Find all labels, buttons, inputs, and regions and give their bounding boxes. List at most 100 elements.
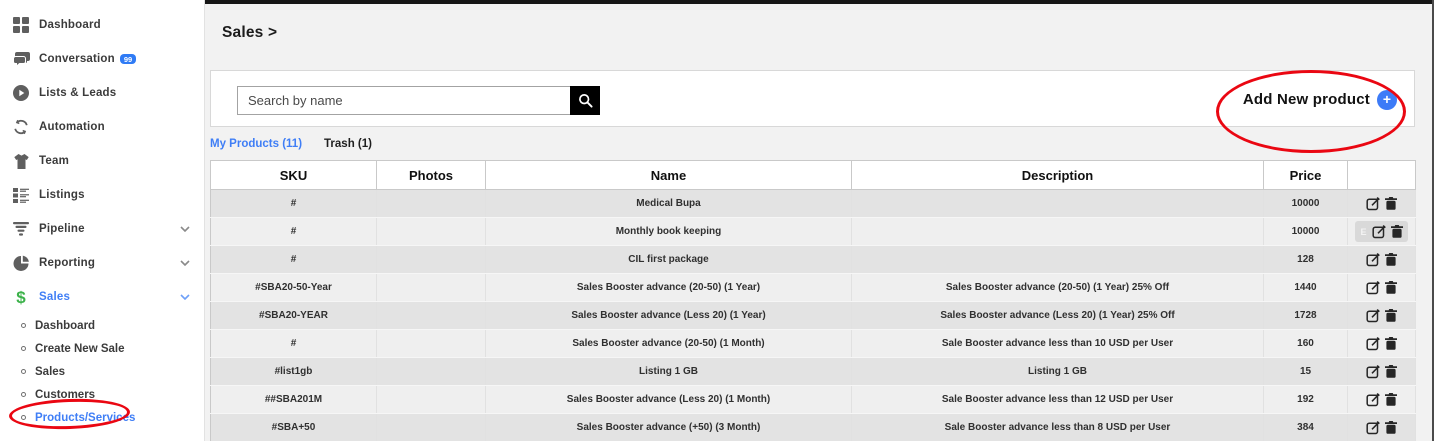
trash-icon — [1385, 337, 1397, 350]
row-action-group — [1361, 277, 1402, 298]
table-cell-actions — [1348, 274, 1416, 302]
sidebar-item-dashboard[interactable]: Dashboard — [0, 8, 204, 42]
delete-button[interactable] — [1385, 309, 1397, 322]
table-cell-photos — [377, 246, 486, 274]
search-input[interactable] — [237, 86, 570, 115]
sidebar-subitem-products-services[interactable]: Products/Services — [0, 406, 204, 429]
funnel-icon — [12, 220, 30, 238]
bullet-icon — [21, 346, 26, 351]
sidebar-item-pipeline[interactable]: Pipeline — [0, 212, 204, 246]
delete-button[interactable] — [1385, 393, 1397, 406]
table-cell-sku: #SBA+50 — [211, 414, 377, 441]
sidebar-item-automation[interactable]: Automation — [0, 110, 204, 144]
edit-button[interactable] — [1366, 336, 1381, 351]
table-cell-description — [852, 218, 1264, 246]
table-cell-price: 15 — [1264, 358, 1348, 386]
edit-button[interactable] — [1366, 252, 1381, 267]
sidebar-item-team[interactable]: Team — [0, 144, 204, 178]
add-new-product-button[interactable]: Add New product + — [1243, 71, 1397, 128]
delete-button[interactable] — [1385, 253, 1397, 266]
table-cell-name: Sales Booster advance (+50) (3 Month) — [486, 414, 852, 441]
sidebar-item-lists-leads[interactable]: Lists & Leads — [0, 76, 204, 110]
edit-button[interactable] — [1366, 308, 1381, 323]
conversation-count-badge: 99 — [120, 54, 136, 65]
table-cell-name: Sales Booster advance (20-50) (1 Year) — [486, 274, 852, 302]
table-header-row: SKU Photos Name Description Price — [211, 161, 1416, 190]
table-cell-description — [852, 246, 1264, 274]
sidebar-item-listings[interactable]: Listings — [0, 178, 204, 212]
delete-button[interactable] — [1385, 365, 1397, 378]
tooltip-fragment: E — [1360, 227, 1366, 237]
table-cell-photos — [377, 190, 486, 218]
table-cell-description: Sales Booster advance (20-50) (1 Year) 2… — [852, 274, 1264, 302]
table-cell-actions — [1348, 414, 1416, 441]
column-header-photos: Photos — [377, 161, 486, 190]
trash-icon — [1391, 225, 1403, 238]
table-cell-sku: #SBA20-50-Year — [211, 274, 377, 302]
row-action-group — [1361, 249, 1402, 270]
table-cell-price: 1440 — [1264, 274, 1348, 302]
edit-button[interactable] — [1366, 364, 1381, 379]
edit-button[interactable] — [1366, 420, 1381, 435]
delete-button[interactable] — [1385, 281, 1397, 294]
sidebar-subitem-sales[interactable]: Sales — [0, 360, 204, 383]
chat-icon — [12, 50, 30, 68]
table-row: #list1gbListing 1 GBListing 1 GB15 — [211, 358, 1416, 386]
sidebar-item-label: Reporting — [39, 257, 95, 269]
edit-button[interactable] — [1366, 280, 1381, 295]
add-new-product-label: Add New product — [1243, 91, 1370, 108]
chevron-down-icon — [180, 294, 190, 300]
table-cell-sku: # — [211, 330, 377, 358]
table-cell-name: Medical Bupa — [486, 190, 852, 218]
table-cell-photos — [377, 302, 486, 330]
sidebar-item-label: Team — [39, 155, 69, 167]
edit-button[interactable] — [1366, 392, 1381, 407]
edit-icon — [1366, 392, 1381, 407]
table-cell-description: Sales Booster advance (Less 20) (1 Year)… — [852, 302, 1264, 330]
table-cell-actions — [1348, 358, 1416, 386]
table-row: #SBA+50 Sales Booster advance (+50) (3 Mo… — [211, 414, 1416, 441]
sidebar-item-label: Sales — [39, 291, 70, 303]
product-tabs: My Products (11) Trash (1) — [210, 138, 372, 150]
bullet-icon — [21, 415, 26, 420]
row-action-group — [1361, 389, 1402, 410]
sidebar-item-conversation[interactable]: Conversation 99 — [0, 42, 204, 76]
table-cell-price: 160 — [1264, 330, 1348, 358]
table-cell-name: Sales Booster advance (Less 20) (1 Month… — [486, 386, 852, 414]
row-action-group — [1361, 193, 1402, 214]
edit-icon — [1366, 196, 1381, 211]
edit-button[interactable] — [1372, 224, 1387, 239]
tshirt-icon — [12, 152, 30, 170]
edit-icon — [1366, 364, 1381, 379]
search-button[interactable] — [570, 86, 600, 115]
table-cell-price: 10000 — [1264, 218, 1348, 246]
table-cell-name: CIL first package — [486, 246, 852, 274]
table-cell-sku: #SBA20-YEAR — [211, 302, 377, 330]
table-cell-description — [852, 190, 1264, 218]
tab-my-products[interactable]: My Products (11) — [210, 138, 302, 150]
table-cell-price: 384 — [1264, 414, 1348, 441]
table-row: #SBA20-YEAR Sales Booster advance (Less 2… — [211, 302, 1416, 330]
table-cell-name: Sales Booster advance (Less 20) (1 Year) — [486, 302, 852, 330]
delete-button[interactable] — [1391, 225, 1403, 238]
delete-button[interactable] — [1385, 421, 1397, 434]
sidebar-subitem-dashboard[interactable]: Dashboard — [0, 314, 204, 337]
row-action-group: E — [1355, 221, 1407, 242]
sidebar-subitem-create-new-sale[interactable]: Create New Sale — [0, 337, 204, 360]
tab-trash[interactable]: Trash (1) — [324, 138, 372, 150]
delete-button[interactable] — [1385, 197, 1397, 210]
table-cell-price: 128 — [1264, 246, 1348, 274]
sidebar-item-label: Lists & Leads — [39, 87, 116, 99]
sidebar-subitem-customers[interactable]: Customers — [0, 383, 204, 406]
sidebar: Dashboard Conversation 99 Lists & Leads … — [0, 0, 205, 441]
table-cell-photos — [377, 358, 486, 386]
trash-icon — [1385, 197, 1397, 210]
delete-button[interactable] — [1385, 337, 1397, 350]
sidebar-item-reporting[interactable]: Reporting — [0, 246, 204, 280]
table-cell-photos — [377, 330, 486, 358]
trash-icon — [1385, 281, 1397, 294]
edit-button[interactable] — [1366, 196, 1381, 211]
table-cell-description: Listing 1 GB — [852, 358, 1264, 386]
table-cell-photos — [377, 414, 486, 441]
sidebar-item-sales[interactable]: $ Sales — [0, 280, 204, 314]
